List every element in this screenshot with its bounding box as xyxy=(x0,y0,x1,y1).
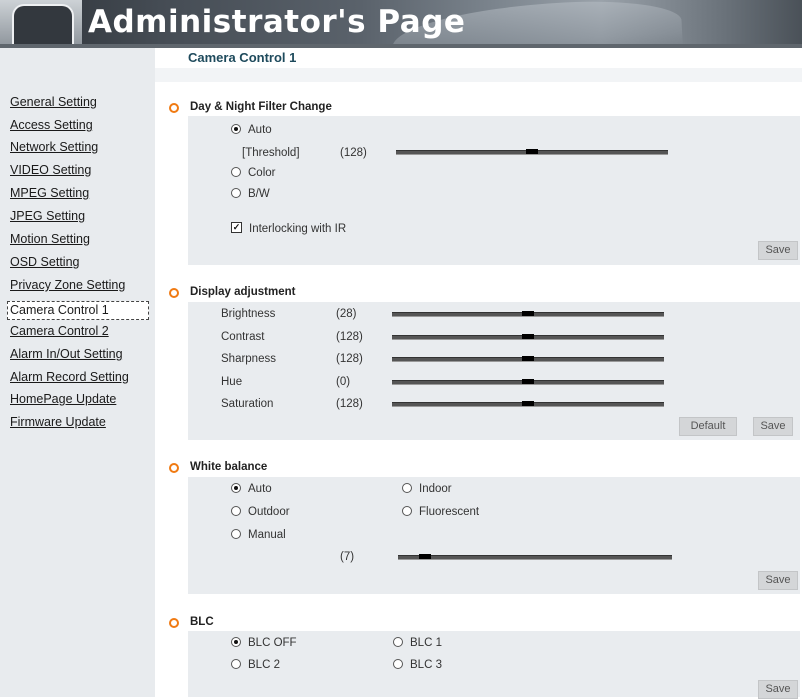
sidebar-item-alarm-record-setting[interactable]: Alarm Record Setting xyxy=(10,370,129,384)
threshold-value: (128) xyxy=(340,147,367,159)
sidebar-item-access-setting[interactable]: Access Setting xyxy=(10,118,93,132)
threshold-slider[interactable] xyxy=(396,148,668,156)
sidebar-item-osd-setting[interactable]: OSD Setting xyxy=(10,255,79,269)
page-header-title: Administrator's Page xyxy=(88,4,466,40)
save-button-blc[interactable]: Save xyxy=(758,680,798,699)
contrast-slider[interactable] xyxy=(392,333,664,341)
default-button-display[interactable]: Default xyxy=(679,417,737,436)
hue-slider[interactable] xyxy=(392,378,664,386)
sidebar-item-motion-setting[interactable]: Motion Setting xyxy=(10,232,90,246)
sharpness-value: (128) xyxy=(336,353,363,365)
sidebar-item-video-setting[interactable]: VIDEO Setting xyxy=(10,163,91,177)
sidebar-item-camera-control-2[interactable]: Camera Control 2 xyxy=(10,324,109,338)
radio-dot-icon xyxy=(393,636,403,647)
page-title: Camera Control 1 xyxy=(188,50,297,65)
sidebar-item-camera-control-1[interactable]: Camera Control 1 xyxy=(7,301,149,320)
section-title-display: Display adjustment xyxy=(190,286,296,298)
section-bullet-icon xyxy=(169,463,179,473)
threshold-label: [Threshold] xyxy=(242,147,300,159)
radio-wb-indoor[interactable]: Indoor xyxy=(402,482,452,495)
header-banner: Administrator's Page xyxy=(0,0,802,48)
radio-dot-icon xyxy=(402,505,412,516)
contrast-label: Contrast xyxy=(221,331,265,343)
slider-thumb[interactable] xyxy=(526,149,538,154)
slider-thumb[interactable] xyxy=(419,554,432,559)
save-button-day-night[interactable]: Save xyxy=(758,241,798,260)
radio-day-night-bw[interactable]: B/W xyxy=(231,187,270,200)
radio-dot-icon xyxy=(393,658,403,669)
sidebar: General Setting Access Setting Network S… xyxy=(0,48,155,697)
sidebar-item-alarm-in-out-setting[interactable]: Alarm In/Out Setting xyxy=(10,347,123,361)
section-title-blc: BLC xyxy=(190,616,214,628)
sidebar-item-general-setting[interactable]: General Setting xyxy=(10,95,97,109)
saturation-slider[interactable] xyxy=(392,400,664,408)
brightness-label: Brightness xyxy=(221,308,276,320)
radio-dot-icon xyxy=(231,123,241,134)
radio-day-night-auto[interactable]: Auto xyxy=(231,123,272,136)
contrast-value: (128) xyxy=(336,331,363,343)
radio-dot-icon xyxy=(231,166,241,177)
saturation-value: (128) xyxy=(336,398,363,410)
radio-wb-manual[interactable]: Manual xyxy=(231,528,286,541)
sidebar-item-jpeg-setting[interactable]: JPEG Setting xyxy=(10,209,85,223)
saturation-label: Saturation xyxy=(221,398,274,410)
wb-manual-slider[interactable] xyxy=(398,553,672,561)
sidebar-item-mpeg-setting[interactable]: MPEG Setting xyxy=(10,186,89,200)
save-button-display[interactable]: Save xyxy=(753,417,793,436)
radio-wb-fluorescent[interactable]: Fluorescent xyxy=(402,505,479,518)
radio-blc-2[interactable]: BLC 2 xyxy=(231,658,280,671)
radio-dot-icon xyxy=(231,187,241,198)
section-bullet-icon xyxy=(169,618,179,628)
slider-thumb[interactable] xyxy=(522,311,534,316)
checkmark-icon: ✓ xyxy=(231,222,242,234)
section-title-white-balance: White balance xyxy=(190,461,268,473)
slider-thumb[interactable] xyxy=(522,379,534,384)
save-button-white-balance[interactable]: Save xyxy=(758,571,798,590)
radio-blc-1[interactable]: BLC 1 xyxy=(393,636,442,649)
wb-manual-value: (7) xyxy=(340,551,355,563)
hue-value: (0) xyxy=(336,376,351,388)
radio-wb-auto[interactable]: Auto xyxy=(231,482,272,495)
brightness-value: (28) xyxy=(336,308,357,320)
hue-label: Hue xyxy=(221,376,243,388)
section-bullet-icon xyxy=(169,103,179,113)
radio-dot-icon xyxy=(231,636,241,647)
sidebar-item-privacy-zone-setting[interactable]: Privacy Zone Setting xyxy=(10,278,125,292)
slider-thumb[interactable] xyxy=(522,401,534,406)
section-title-day-night: Day & Night Filter Change xyxy=(190,101,332,113)
radio-blc-3[interactable]: BLC 3 xyxy=(393,658,442,671)
radio-dot-icon xyxy=(231,482,241,493)
radio-dot-icon xyxy=(231,658,241,669)
sidebar-item-network-setting[interactable]: Network Setting xyxy=(10,140,98,154)
radio-day-night-color[interactable]: Color xyxy=(231,166,275,179)
radio-dot-icon xyxy=(231,505,241,516)
sharpness-label: Sharpness xyxy=(221,353,276,365)
sidebar-item-homepage-update[interactable]: HomePage Update xyxy=(10,392,116,406)
day-night-panel xyxy=(188,116,800,265)
radio-dot-icon xyxy=(402,482,412,493)
sidebar-item-firmware-update[interactable]: Firmware Update xyxy=(10,415,106,429)
title-underbar xyxy=(155,68,802,82)
brightness-slider[interactable] xyxy=(392,310,664,318)
radio-blc-off[interactable]: BLC OFF xyxy=(231,636,297,649)
radio-dot-icon xyxy=(231,528,241,539)
section-bullet-icon xyxy=(169,288,179,298)
slider-thumb[interactable] xyxy=(522,356,534,361)
sharpness-slider[interactable] xyxy=(392,355,664,363)
slider-thumb[interactable] xyxy=(522,334,534,339)
header-logo-frame xyxy=(0,0,82,48)
radio-wb-outdoor[interactable]: Outdoor xyxy=(231,505,290,518)
interlock-ir-checkbox[interactable]: ✓ Interlocking with IR xyxy=(231,222,346,235)
